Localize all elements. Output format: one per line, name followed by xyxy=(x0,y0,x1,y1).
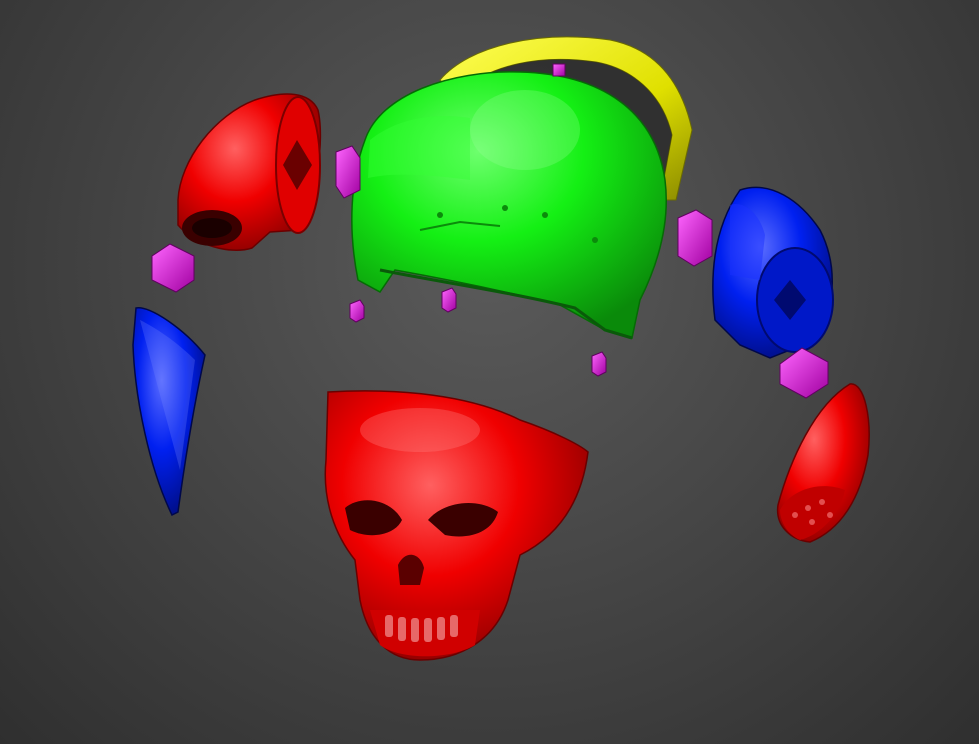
peg-inner-left[interactable] xyxy=(349,299,365,323)
peg-inner-right[interactable] xyxy=(591,351,607,377)
peg-right-mid[interactable] xyxy=(779,347,829,399)
right-horn-tip[interactable] xyxy=(776,383,870,543)
helmet-dome[interactable] xyxy=(351,71,668,340)
peg-inner-center[interactable] xyxy=(441,287,457,313)
3d-viewport[interactable] xyxy=(0,0,979,744)
peg-left-upper[interactable] xyxy=(335,145,361,199)
left-horn-tip[interactable] xyxy=(132,307,206,517)
right-horn-base[interactable] xyxy=(712,186,834,359)
exploded-helmet-model xyxy=(132,36,870,661)
peg-top[interactable] xyxy=(552,63,566,77)
skull-faceplate[interactable] xyxy=(324,390,589,661)
peg-right-upper[interactable] xyxy=(677,209,713,267)
left-horn-base[interactable] xyxy=(177,93,322,251)
peg-left-mid[interactable] xyxy=(151,243,195,293)
